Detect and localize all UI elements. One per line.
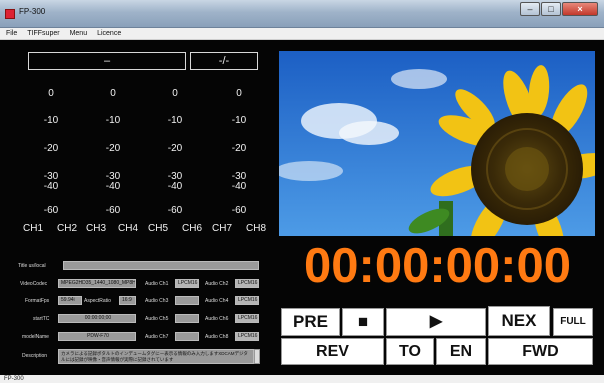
channel-label: CH5	[148, 223, 169, 234]
scale-label: 0	[110, 88, 116, 99]
audio-ch4-label: Audio Ch4	[205, 298, 229, 304]
audio-ch8-field[interactable]: LPCM16	[235, 332, 259, 341]
full-button[interactable]: FULL	[553, 308, 593, 336]
next-button[interactable]: NEX	[488, 306, 550, 336]
audio-ch3-field[interactable]	[175, 296, 199, 305]
scale-label: -60	[43, 205, 59, 216]
audio-ch8-label: Audio Ch8	[205, 334, 229, 340]
description-label: Description	[22, 353, 48, 359]
stop-icon: ■	[357, 312, 369, 331]
scale-label: -20	[105, 143, 121, 154]
modelname-field[interactable]: PDW-F70	[58, 332, 136, 341]
audio-ch6-field[interactable]: LPCM16	[235, 314, 259, 323]
description-field[interactable]: カメラによる記録ボタルトのインデュームタグにー表示る情報のみ入力しますXDCAM…	[58, 349, 254, 364]
scale-label: 0	[172, 88, 178, 99]
scale-label: -40	[167, 181, 183, 192]
scale-label: -20	[231, 143, 247, 154]
minimize-button[interactable]: –	[520, 2, 540, 16]
scale-label: -60	[105, 205, 121, 216]
audio-ch3-label: Audio Ch3	[145, 298, 169, 304]
window-title: FP-300	[19, 7, 46, 16]
menu-menu[interactable]: Menu	[70, 28, 88, 39]
timecode-display: 00:00:00:00	[304, 239, 571, 293]
audio-ch5-label: Audio Ch5	[145, 316, 169, 322]
fwd-button[interactable]: FWD	[488, 338, 593, 365]
audio-ch5-field[interactable]	[175, 314, 199, 323]
formatfps-field[interactable]: 59.94i	[58, 296, 82, 305]
audio-ch7-label: Audio Ch7	[145, 334, 169, 340]
scale-label: -10	[231, 115, 247, 126]
title-field[interactable]	[63, 261, 259, 270]
starttc-field[interactable]: 00:00:00;00	[58, 314, 136, 323]
videocodec-field[interactable]: MPEG2HD35_1440_1080_MP8HL	[58, 279, 136, 288]
audio-ch2-field[interactable]: LPCM16	[235, 279, 259, 288]
aspectratio-field[interactable]: 16:9	[119, 296, 136, 305]
scale-label: -40	[231, 181, 247, 192]
window-controls: – □ ×	[520, 2, 598, 16]
channel-label: CH7	[212, 223, 233, 234]
video-preview[interactable]	[279, 51, 595, 236]
close-button[interactable]: ×	[562, 2, 598, 16]
sunflower-image	[279, 51, 595, 236]
channel-label: CH6	[182, 223, 203, 234]
scale-label: -10	[43, 115, 59, 126]
meter-display-right: -/-	[190, 52, 258, 70]
scale-label: -20	[43, 143, 59, 154]
maximize-button[interactable]: □	[541, 2, 561, 16]
audio-ch1-field[interactable]: LPCM16	[175, 279, 199, 288]
formatfps-label: FormatFps	[25, 298, 50, 304]
stop-button[interactable]: ■	[342, 308, 384, 336]
audio-ch4-field[interactable]: LPCM16	[235, 296, 259, 305]
channel-label: CH8	[246, 223, 267, 234]
status-bar: FP-300	[0, 375, 604, 383]
en-button[interactable]: EN	[436, 338, 486, 365]
scale-label: -10	[105, 115, 121, 126]
scale-label: -10	[167, 115, 183, 126]
description-scrollbar[interactable]	[254, 349, 260, 364]
menu-tiffsuper[interactable]: TIFFsuper	[27, 28, 59, 39]
menu-licence[interactable]: Licence	[97, 28, 121, 39]
play-button[interactable]: ▶	[386, 308, 486, 336]
scale-label: -60	[231, 205, 247, 216]
modelname-label: modelName	[22, 334, 49, 340]
starttc-label: startTC	[33, 316, 50, 322]
rev-button[interactable]: REV	[281, 338, 384, 365]
audio-ch7-field[interactable]	[175, 332, 199, 341]
scale-label: -40	[43, 181, 59, 192]
menu-file[interactable]: File	[6, 28, 17, 39]
scale-label: 0	[48, 88, 54, 99]
app-icon	[5, 9, 15, 19]
scale-label: -40	[105, 181, 121, 192]
scale-label: -20	[167, 143, 183, 154]
title-label: Title us/local	[18, 263, 46, 269]
videocodec-label: VideoCodec	[20, 281, 48, 287]
meter-display-left: –	[28, 52, 186, 70]
to-button[interactable]: TO	[386, 338, 434, 365]
main-panel: – -/- 0 0 0 0 -10 -10 -10 -10 -20 -20 -2…	[0, 40, 604, 375]
audio-ch1-label: Audio Ch1	[145, 281, 169, 287]
scale-label: 0	[236, 88, 242, 99]
scale-label: -60	[167, 205, 183, 216]
play-icon: ▶	[429, 313, 443, 330]
channel-label: CH1	[23, 223, 44, 234]
channel-label: CH4	[118, 223, 139, 234]
menu-bar: File TIFFsuper Menu Licence	[0, 28, 604, 40]
prev-button[interactable]: PRE	[281, 308, 340, 336]
aspectratio-label: AspectRatio	[84, 298, 111, 304]
audio-ch2-label: Audio Ch2	[205, 281, 229, 287]
audio-ch6-label: Audio Ch6	[205, 316, 229, 322]
channel-label: CH3	[86, 223, 107, 234]
channel-label: CH2	[57, 223, 78, 234]
title-bar: FP-300 – □ ×	[0, 0, 604, 28]
